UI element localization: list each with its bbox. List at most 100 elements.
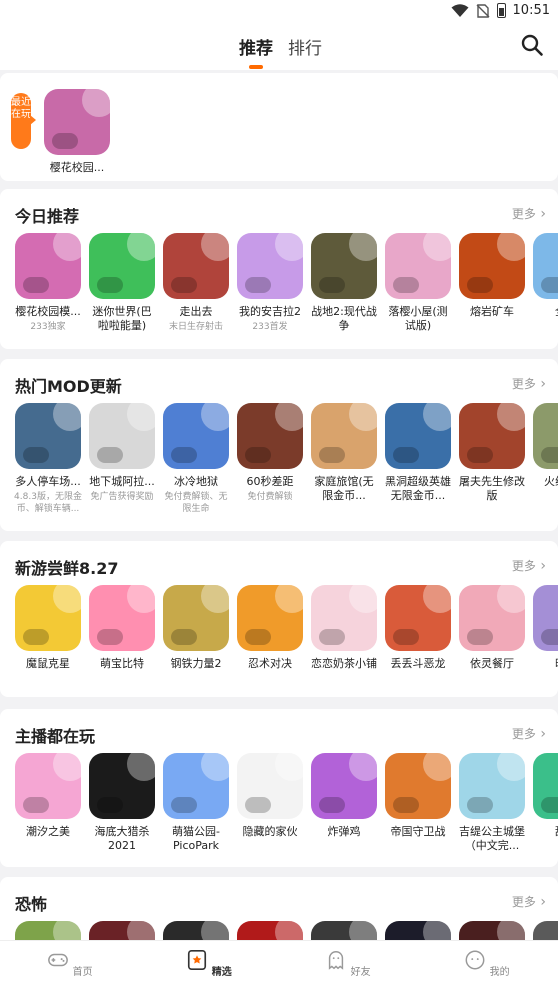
icon-shape (541, 447, 558, 463)
icon-shape (245, 447, 271, 463)
game-icon[interactable] (89, 403, 155, 469)
game-tile[interactable]: 60秒差距 免付费解锁 (233, 403, 307, 515)
game-icon[interactable] (311, 753, 377, 819)
game-icon[interactable] (15, 403, 81, 469)
icon-shape (467, 797, 493, 813)
tab-ranking[interactable]: 排行 (288, 34, 322, 59)
nav-mine[interactable]: 我的 (457, 949, 517, 978)
more-link[interactable]: 更多 (512, 725, 546, 742)
more-link[interactable]: 更多 (512, 893, 546, 910)
game-tile[interactable]: 家庭旅馆(无限金币... (307, 403, 381, 515)
game-tile[interactable]: 甜甜 (529, 753, 558, 853)
nav-home[interactable]: 首页 (40, 949, 100, 978)
game-tile[interactable]: 我的安吉拉2 233首发 (233, 233, 307, 333)
game-icon[interactable] (385, 585, 451, 651)
nav-featured[interactable]: 精选 (179, 949, 239, 978)
icon-highlight (497, 585, 525, 613)
game-icon[interactable] (533, 403, 558, 469)
game-icon[interactable] (459, 753, 525, 819)
game-icon[interactable] (237, 753, 303, 819)
game-tile[interactable]: 忍术对决 (233, 585, 307, 671)
game-tile[interactable]: 走出去 末日生存射击 (159, 233, 233, 333)
game-name: 海底大猎杀2021 (94, 825, 150, 852)
game-icon[interactable] (15, 233, 81, 299)
game-name: 多人停车场... (15, 475, 81, 488)
game-tile[interactable]: 帝国守卫战 (381, 753, 455, 853)
game-icon[interactable] (311, 403, 377, 469)
game-name: 钢铁力量2 (170, 657, 222, 670)
game-icon[interactable] (237, 233, 303, 299)
game-icon[interactable] (15, 585, 81, 651)
game-icon[interactable] (459, 233, 525, 299)
game-name: 熔岩矿车 (470, 305, 514, 318)
more-link[interactable]: 更多 (512, 375, 546, 392)
section-today: 今日推荐 更多 樱花校园模... 233独家 迷你世界(巴啦啦能量) 走出去末日生存射… (0, 189, 558, 349)
game-icon[interactable] (163, 233, 229, 299)
nav-friends[interactable]: 好友 (318, 949, 378, 978)
game-icon[interactable] (89, 233, 155, 299)
game-tile[interactable]: 恋恋奶茶小铺 (307, 585, 381, 671)
smile-icon (465, 950, 485, 970)
game-tile[interactable]: 吉缇公主城堡（中文完... (455, 753, 529, 853)
game-icon[interactable] (89, 585, 155, 651)
game-tile[interactable]: 熔岩矿车 (455, 233, 529, 333)
game-icon[interactable] (237, 585, 303, 651)
game-tile[interactable]: 海底大猎杀2021 (85, 753, 159, 853)
game-icon[interactable] (459, 585, 525, 651)
game-icon[interactable] (311, 233, 377, 299)
game-tile[interactable]: 依灵餐厅 (455, 585, 529, 671)
game-icon[interactable] (459, 403, 525, 469)
game-tile[interactable]: 炸弹鸡 (307, 753, 381, 853)
game-icon[interactable] (15, 753, 81, 819)
icon-shape (97, 797, 123, 813)
game-tile[interactable]: 地下城阿拉... 免广告获得奖励 (85, 403, 159, 515)
game-tile[interactable]: 迷你世界(巴啦啦能量) (85, 233, 159, 333)
section-title: 主播都在玩 (15, 727, 96, 746)
icon-shape (393, 797, 419, 813)
game-tile[interactable]: 丢丢斗恶龙 (381, 585, 455, 671)
game-icon[interactable] (163, 403, 229, 469)
game-tile[interactable]: 冰冷地狱 免付费解锁、无限生命 (159, 403, 233, 515)
game-icon[interactable] (163, 585, 229, 651)
game-icon[interactable] (311, 585, 377, 651)
game-icon[interactable] (89, 753, 155, 819)
game-tile[interactable]: 魔鼠克星 (11, 585, 85, 671)
game-icon[interactable] (385, 753, 451, 819)
more-link[interactable]: 更多 (512, 557, 546, 574)
game-tile[interactable]: 钢铁力量2 (159, 585, 233, 671)
game-tile[interactable]: 火线限金 (529, 403, 558, 515)
icon-shape (97, 629, 123, 645)
icon-shape (52, 133, 78, 149)
icon-shape (541, 797, 558, 813)
game-tile[interactable]: 屠夫先生修改版 (455, 403, 529, 515)
game-icon[interactable] (533, 585, 558, 651)
game-tile[interactable]: 萌猫公园-PicoPark (159, 753, 233, 853)
game-icon[interactable] (44, 89, 110, 155)
icon-highlight (127, 585, 155, 613)
tab-recommend[interactable]: 推荐 (239, 34, 273, 59)
game-tile[interactable]: 樱花校园模... 233独家 (11, 233, 85, 333)
icon-highlight (497, 753, 525, 781)
search-icon[interactable] (520, 33, 544, 57)
game-icon[interactable] (237, 403, 303, 469)
game-icon[interactable] (533, 233, 558, 299)
icon-shape (171, 797, 197, 813)
game-tile[interactable]: 隐藏的家伙 (233, 753, 307, 853)
game-icon[interactable] (533, 753, 558, 819)
game-tile[interactable]: 全心 (529, 233, 558, 333)
game-tile[interactable]: 落樱小屋(测试版) (381, 233, 455, 333)
game-icon[interactable] (385, 233, 451, 299)
game-tile[interactable]: 黑洞超级英雄无限金币... (381, 403, 455, 515)
game-tile[interactable]: 战地2:现代战争 (307, 233, 381, 333)
more-link[interactable]: 更多 (512, 205, 546, 222)
game-tile[interactable]: 樱花校园... (40, 89, 114, 175)
game-tile[interactable]: 时光 (529, 585, 558, 671)
bottom-nav: 首页 精选 好友 我的 (0, 940, 558, 992)
game-icon[interactable] (385, 403, 451, 469)
game-icon[interactable] (163, 753, 229, 819)
game-tile[interactable]: 多人停车场... 4.8.3版，无限金币、解锁车辆... (11, 403, 85, 515)
icon-highlight (127, 403, 155, 431)
game-tile[interactable]: 萌宝比特 (85, 585, 159, 671)
game-tile[interactable]: 潮汐之美 (11, 753, 85, 853)
icon-highlight (349, 753, 377, 781)
